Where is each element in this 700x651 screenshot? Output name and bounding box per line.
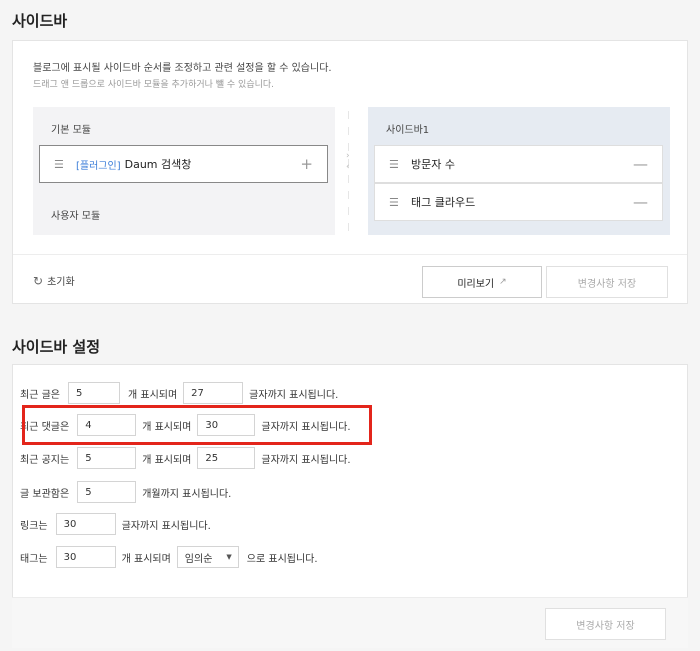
module-list-available: 기본 모듈 ☰ [플러그인] Daum 검색창 + 사용자 모듈 — [33, 107, 335, 235]
settings-save-button[interactable]: 변경사항 저장 — [545, 608, 666, 640]
tags-label: 태그는 — [20, 553, 48, 565]
basic-modules-header: 기본 모듈 — [51, 125, 91, 136]
save-changes-button[interactable]: 변경사항 저장 — [546, 266, 668, 298]
recent-notices-suffix: 글자까지 표시됩니다. — [261, 454, 351, 466]
tags-row: 태그는 30 개 표시되며 임의순 ▼ 으로 표시됩니다. — [20, 546, 318, 568]
module-item-visitors[interactable]: ☰ 방문자 수 — — [374, 145, 663, 183]
drag-handle-icon[interactable]: ☰ — [389, 159, 401, 170]
preview-button[interactable]: 미리보기 ↗ — [422, 266, 542, 298]
archive-label: 글 보관함은 — [20, 488, 70, 500]
recent-notices-chars-input[interactable]: 25 — [197, 447, 256, 469]
links-label: 링크는 — [20, 520, 48, 532]
tags-order-value: 임의순 — [184, 553, 213, 565]
tags-suffix: 으로 표시됩니다. — [246, 553, 318, 565]
reset-label: 초기화 — [47, 277, 75, 288]
user-modules-header: 사용자 모듈 — [51, 211, 101, 222]
module-name: 방문자 수 — [411, 158, 455, 171]
recent-notices-label: 최근 공지는 — [20, 454, 70, 466]
module-item-tag-cloud[interactable]: ☰ 태그 클라우드 — — [374, 183, 663, 221]
tags-mid-label: 개 표시되며 — [121, 553, 171, 565]
tags-order-select[interactable]: 임의순 ▼ — [176, 546, 239, 568]
caret-down-icon: ▼ — [226, 553, 232, 561]
recent-posts-count-input[interactable]: 5 — [67, 382, 120, 404]
move-arrows-icon: › ‹ — [346, 151, 350, 172]
sidebar1-header: 사이드바1 — [386, 125, 430, 136]
panel-footer-divider — [13, 254, 687, 255]
highlight-box — [22, 405, 372, 445]
remove-module-icon[interactable]: — — [633, 193, 648, 211]
module-name: Daum 검색창 — [124, 158, 192, 171]
external-link-icon: ↗ — [499, 277, 507, 287]
archive-count-input[interactable]: 5 — [77, 481, 137, 503]
sidebar-section-title: 사이드바 — [12, 12, 68, 30]
archive-row: 글 보관함은 5 개월까지 표시됩니다. — [20, 481, 231, 503]
add-module-icon[interactable]: + — [300, 155, 313, 173]
sidebar-panel: 블로그에 표시될 사이드바 순서를 조정하고 관련 설정을 할 수 있습니다. … — [12, 40, 688, 304]
recent-posts-chars-input[interactable]: 27 — [183, 382, 244, 404]
preview-label: 미리보기 — [457, 278, 495, 290]
links-suffix: 글자까지 표시됩니다. — [121, 520, 211, 532]
refresh-icon: ↻ — [33, 273, 44, 288]
reset-button[interactable]: ↻ 초기화 — [33, 273, 75, 289]
module-item-daum-search[interactable]: ☰ [플러그인] Daum 검색창 + — [39, 145, 328, 183]
recent-posts-label: 최근 글은 — [20, 389, 60, 401]
links-chars-input[interactable]: 30 — [55, 513, 116, 535]
recent-notices-mid-label: 개 표시되며 — [142, 454, 192, 466]
recent-posts-row: 최근 글은 5 개 표시되며 27 글자까지 표시됩니다. — [20, 382, 338, 404]
remove-module-icon[interactable]: — — [633, 155, 648, 173]
drag-handle-icon[interactable]: ☰ — [389, 197, 401, 208]
links-row: 링크는 30 글자까지 표시됩니다. — [20, 513, 211, 535]
sidebar1-module-list: 사이드바1 ☰ 방문자 수 — ☰ 태그 클라우드 — — [368, 107, 670, 235]
drag-handle-icon[interactable]: ☰ — [54, 159, 66, 170]
sidebar-hint: 드래그 앤 드롭으로 사이드바 모듈을 추가하거나 뺄 수 있습니다. — [33, 80, 275, 90]
settings-section-title: 사이드바 설정 — [12, 338, 101, 356]
tags-count-input[interactable]: 30 — [55, 546, 116, 568]
recent-posts-suffix: 글자까지 표시됩니다. — [249, 389, 339, 401]
plugin-tag: [플러그인] — [76, 160, 121, 172]
recent-notices-count-input[interactable]: 5 — [77, 447, 137, 469]
sidebar-description: 블로그에 표시될 사이드바 순서를 조정하고 관련 설정을 할 수 있습니다. — [33, 63, 332, 74]
module-name: 태그 클라우드 — [411, 196, 476, 209]
recent-notices-row: 최근 공지는 5 개 표시되며 25 글자까지 표시됩니다. — [20, 447, 351, 469]
recent-posts-mid-label: 개 표시되며 — [127, 389, 178, 401]
archive-suffix: 개월까지 표시됩니다. — [142, 488, 232, 500]
